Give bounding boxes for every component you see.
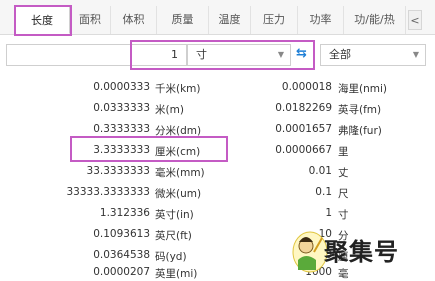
right-value-1: 0.0182269 (275, 102, 332, 114)
right-unit-6: 寸 (338, 209, 349, 221)
right-value-6: 1 (325, 207, 332, 219)
left-unit-4: 毫米(mm) (155, 167, 205, 179)
left-value-7: 0.1093613 (93, 228, 150, 240)
watermark: 聚集号 (290, 226, 435, 278)
right-unit-4: 丈 (338, 167, 349, 179)
left-value-9: 0.0000207 (93, 266, 150, 278)
tab-mass[interactable]: 质量 (157, 6, 209, 34)
tab-pressure[interactable]: 压力 (251, 6, 298, 34)
right-unit-1: 英寻(fm) (338, 104, 382, 116)
right-unit-0: 海里(nmi) (338, 83, 387, 95)
left-unit-0: 千米(km) (155, 83, 201, 95)
from-unit-select[interactable]: 寸 ▼ (187, 44, 291, 66)
filter-label: 全部 (329, 48, 351, 61)
tab-power[interactable]: 功率 (298, 6, 344, 34)
watermark-text: 聚集号 (324, 237, 399, 266)
right-unit-3: 里 (338, 146, 349, 158)
filter-select[interactable]: 全部 ▼ (320, 44, 426, 66)
right-unit-5: 尺 (338, 188, 349, 200)
left-unit-1: 米(m) (155, 104, 184, 116)
left-unit-9: 英里(mi) (155, 268, 198, 280)
tab-length[interactable]: 长度 (14, 6, 70, 34)
left-value-8: 0.0364538 (93, 249, 150, 261)
left-value-4: 33.3333333 (86, 165, 150, 177)
right-unit-2: 弗隆(fur) (338, 125, 382, 137)
tab-temperature[interactable]: 温度 (209, 6, 251, 34)
right-value-0: 0.000018 (281, 81, 332, 93)
chevron-down-icon: ▼ (412, 50, 419, 59)
left-value-3: 3.3333333 (93, 144, 150, 156)
swap-arrows-icon[interactable]: ⇆ (296, 46, 307, 61)
left-value-1: 0.0333333 (93, 102, 150, 114)
left-unit-6: 英寸(in) (155, 209, 194, 221)
value-input[interactable]: 1 (6, 44, 187, 66)
left-unit-8: 码(yd) (155, 251, 187, 263)
from-unit-label: 寸 (196, 48, 207, 61)
left-unit-7: 英尺(ft) (155, 230, 192, 242)
right-value-4: 0.01 (308, 165, 332, 177)
chevron-down-icon: ▼ (277, 50, 284, 59)
right-value-5: 0.1 (315, 186, 332, 198)
left-unit-3: 厘米(cm) (155, 146, 201, 158)
left-unit-2: 分米(dm) (155, 125, 202, 137)
right-value-3: 0.0000667 (275, 144, 332, 156)
left-value-6: 1.312336 (99, 207, 150, 219)
left-value-2: 0.3333333 (93, 123, 150, 135)
left-value-0: 0.0000333 (93, 81, 150, 93)
left-unit-5: 微米(um) (155, 188, 202, 200)
tab-volume[interactable]: 体积 (111, 6, 157, 34)
tab-scroll-left-button[interactable]: < (408, 10, 422, 30)
left-value-5: 33333.3333333 (66, 186, 150, 198)
tab-area[interactable]: 面积 (70, 6, 111, 34)
tab-work-energy-heat[interactable]: 功/能/热 (344, 6, 406, 34)
right-value-2: 0.0001657 (275, 123, 332, 135)
unit-category-tabs: 长度 面积 体积 质量 温度 压力 功率 功/能/热 < (0, 0, 435, 35)
